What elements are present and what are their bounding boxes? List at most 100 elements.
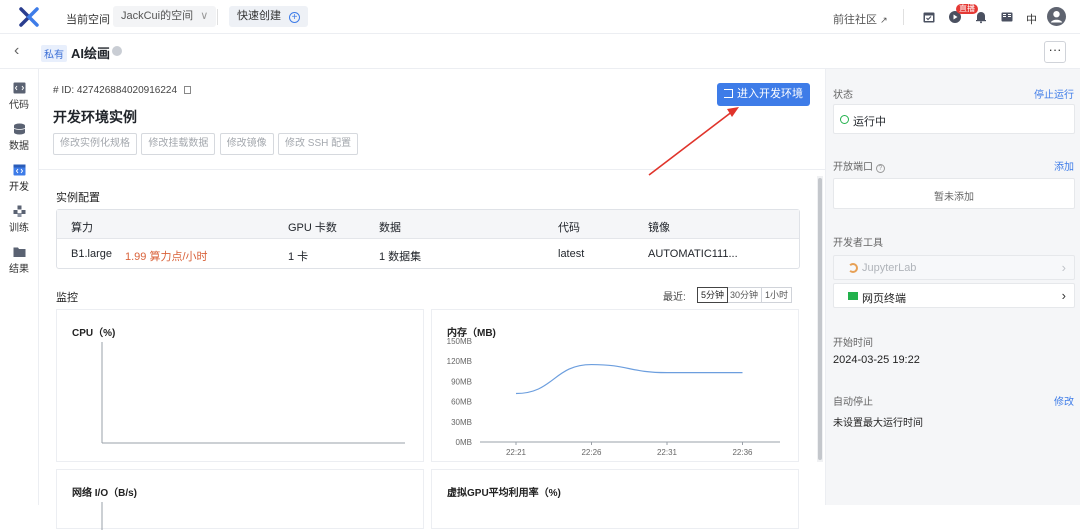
book-icon[interactable] <box>1000 10 1014 24</box>
image-value: AUTOMATIC111... <box>648 248 738 260</box>
calendar-icon[interactable] <box>922 10 936 24</box>
ports-empty-text: 暂未添加 <box>934 192 974 203</box>
space-name: JackCui的空间 <box>121 10 194 22</box>
nav-label: 开发 <box>9 182 29 193</box>
data-value: 1 数据集 <box>379 251 422 263</box>
nav-label: 训练 <box>9 223 29 234</box>
left-nav: 代码 数据 开发 训练 结果 <box>0 69 39 505</box>
dev-tools-label: 开发者工具 <box>833 238 883 249</box>
quick-create-button[interactable]: 快速创建 + <box>229 6 309 27</box>
current-space-label: 当前空间 <box>66 14 110 26</box>
cost-value: 1.99 算力点/小时 <box>125 251 208 263</box>
nav-label: 代码 <box>9 100 29 111</box>
scrollbar-thumb[interactable] <box>818 178 822 460</box>
community-link-label: 前往社区 <box>833 14 877 26</box>
stop-run-link[interactable]: 停止运行 <box>1034 86 1074 101</box>
info-icon[interactable] <box>112 46 122 56</box>
start-time-value: 2024-03-25 19:22 <box>833 354 920 366</box>
nav-label: 数据 <box>9 141 29 152</box>
login-icon <box>724 89 733 98</box>
mem-y-tick-label: 60MB <box>451 398 472 407</box>
divider <box>217 9 218 25</box>
external-link-icon: ↗ <box>880 15 888 25</box>
nav-item-dev[interactable]: 开发 <box>0 164 38 193</box>
avatar[interactable] <box>1047 7 1066 26</box>
header-compute: 算力 <box>71 222 93 234</box>
jupyterlab-button[interactable]: JupyterLab › <box>833 255 1075 280</box>
bell-icon[interactable] <box>974 10 988 24</box>
annotation-arrow-icon <box>648 107 739 176</box>
web-terminal-label: 网页终端 <box>862 293 906 305</box>
range-30min-button[interactable]: 30分钟 <box>727 288 763 302</box>
network-chart: 网络 I/O（B/s) <box>56 469 424 530</box>
jupyter-icon <box>848 263 858 273</box>
private-tag: 私有 <box>41 45 67 62</box>
range-selector: 5分钟 30分钟 1小时 <box>697 287 793 303</box>
nav-item-train[interactable]: 训练 <box>0 205 38 234</box>
space-select[interactable]: JackCui的空间 ∨ <box>113 6 217 27</box>
range-5min-button[interactable]: 5分钟 <box>697 287 729 303</box>
mem-x-tick-label: 22:21 <box>506 448 527 457</box>
memory-chart: 内存（MB) 0MB 30MB 60MB 90MB 120MB 150MB 22:21 22:… <box>431 309 799 462</box>
nav-item-data[interactable]: 数据 <box>0 123 38 152</box>
edit-ssh-button[interactable]: 修改 SSH 配置 <box>278 133 359 155</box>
status-dot-icon <box>840 115 849 124</box>
edit-mount-button[interactable]: 修改挂载数据 <box>141 133 216 155</box>
more-button[interactable]: ··· <box>1044 41 1066 63</box>
config-table: 算力 GPU 卡数 数据 代码 镜像 B1.large 1.99 算力点/小时 … <box>56 209 800 269</box>
modify-auto-stop-link[interactable]: 修改 <box>1054 393 1074 408</box>
dev-icon <box>13 164 25 176</box>
status-value: 运行中 <box>853 116 886 128</box>
header-code: 代码 <box>558 222 580 234</box>
ports-box: 暂未添加 <box>833 178 1075 209</box>
main-content: # ID: 427426884020916224 开发环境实例 修改实例化规格 … <box>39 69 825 530</box>
plus-circle-icon: + <box>289 12 301 23</box>
top-bar: 当前空间 JackCui的空间 ∨ 快速创建 + 前往社区 ↗ 直播 中 <box>0 0 1080 34</box>
edit-image-button[interactable]: 修改镜像 <box>219 133 274 155</box>
chevron-right-icon: › <box>1061 288 1066 303</box>
copy-icon[interactable] <box>183 86 191 94</box>
page-title: AI绘画 <box>71 46 111 61</box>
gpu-value: 1 卡 <box>288 251 309 263</box>
chevron-down-icon: ∨ <box>200 10 209 22</box>
nav-item-code[interactable]: 代码 <box>0 82 38 111</box>
jupyterlab-label: JupyterLab <box>862 262 917 274</box>
train-icon <box>13 205 25 217</box>
quick-create-label: 快速创建 <box>237 10 281 22</box>
ports-label: 开放端口 ? <box>833 158 885 173</box>
language-switch[interactable]: 中 <box>1026 11 1037 27</box>
mem-y-tick-label: 150MB <box>447 337 472 346</box>
back-arrow-icon[interactable]: ‹ <box>14 42 19 60</box>
cpu-chart: CPU（%) <box>56 309 424 462</box>
ports-label-text: 开放端口 <box>833 162 873 173</box>
sub-bar: ‹ 私有 AI绘画 <box>0 34 1080 69</box>
start-time-label: 开始时间 <box>833 338 873 349</box>
mem-y-tick-label: 120MB <box>447 357 472 366</box>
config-label: 实例配置 <box>56 192 100 204</box>
config-header-row: 算力 GPU 卡数 数据 代码 镜像 <box>57 210 799 239</box>
mem-x-tick-label: 22:36 <box>732 448 753 457</box>
mem-y-tick-label: 30MB <box>451 418 472 427</box>
mem-series-line <box>515 363 743 395</box>
edit-spec-button[interactable]: 修改实例化规格 <box>53 133 137 155</box>
logo-icon[interactable] <box>18 6 40 28</box>
gpu-chart-title: 虚拟GPU平均利用率（%) <box>447 488 561 499</box>
help-icon[interactable]: ? <box>875 164 885 173</box>
chevron-right-icon: › <box>1061 260 1066 275</box>
divider <box>903 9 904 25</box>
cpu-chart-plot <box>101 342 405 444</box>
gpu-chart: 虚拟GPU平均利用率（%) <box>431 469 799 529</box>
compute-value: B1.large <box>71 248 112 260</box>
nav-item-result[interactable]: 结果 <box>0 246 38 275</box>
terminal-icon <box>848 292 858 300</box>
range-1h-button[interactable]: 1小时 <box>762 288 791 302</box>
community-link[interactable]: 前往社区 ↗ <box>833 11 888 27</box>
add-port-link[interactable]: 添加 <box>1054 158 1074 173</box>
right-panel: 状态 停止运行 运行中 开放端口 ? 添加 暂未添加 开发者工具 Jupyter… <box>825 69 1080 505</box>
nav-label: 结果 <box>9 264 29 275</box>
web-terminal-button[interactable]: 网页终端 › <box>833 283 1075 308</box>
mem-x-tick-label: 22:31 <box>657 448 678 457</box>
header-data: 数据 <box>379 222 401 234</box>
folder-icon <box>13 247 25 257</box>
auto-stop-label: 自动停止 <box>833 397 873 408</box>
